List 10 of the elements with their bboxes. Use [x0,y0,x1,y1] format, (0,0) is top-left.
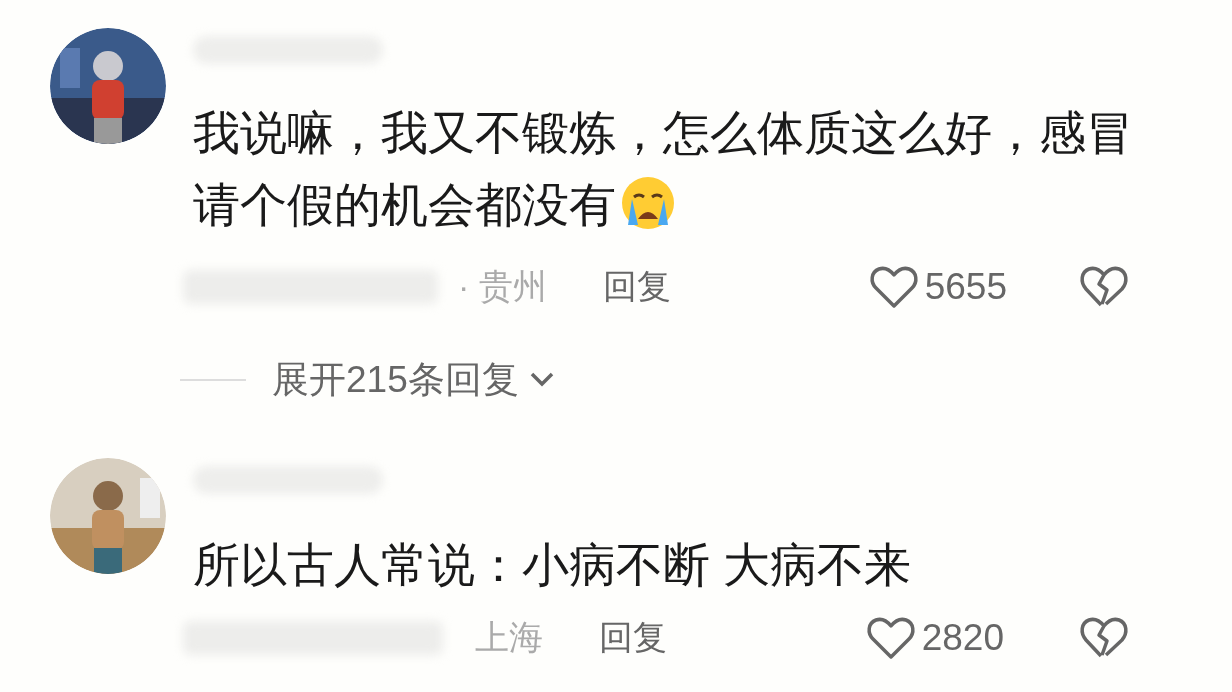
chevron-down-icon [528,371,555,389]
reply-button[interactable]: 回复 [599,615,667,661]
like-button[interactable]: 5655 [868,262,1007,312]
comment-text: 所以古人常说：小病不断 大病不来 [193,537,913,593]
like-button[interactable]: 2820 [865,613,1004,663]
location-label: · 贵州 [458,266,547,307]
reply-button[interactable]: 回复 [602,264,671,310]
expand-replies-button[interactable]: 展开215条回复 [272,355,555,405]
location-label: 上海 [475,617,543,658]
comment-text: 我说嘛，我又不锻炼，怎么体质这么好，感冒请个假的机会都没有 [193,105,1134,233]
